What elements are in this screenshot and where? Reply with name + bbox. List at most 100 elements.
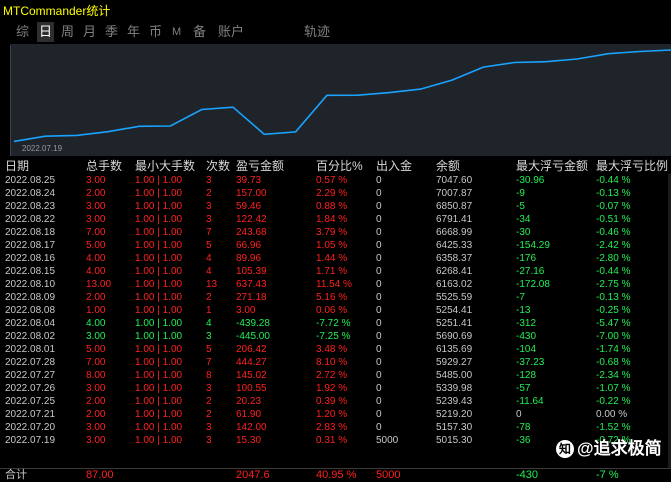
- row-minmax: 1.00 | 1.00: [135, 240, 183, 251]
- row-lots: 3.00: [86, 214, 106, 225]
- col-header-pnl[interactable]: 盈亏金额: [236, 158, 284, 174]
- col-header-pct[interactable]: 百分比%: [316, 158, 363, 174]
- table-row[interactable]: 2022.08.01 5.00 1.00 | 1.00 5 206.42 3.48 % 0 6…: [0, 343, 671, 356]
- row-balance: 5929.27: [436, 357, 473, 368]
- row-io: 0: [376, 175, 382, 186]
- row-pct: 1.71 %: [316, 266, 348, 277]
- row-floating-loss: -128: [516, 370, 537, 381]
- table-row[interactable]: 2022.07.27 8.00 1.00 | 1.00 8 145.02 2.72 % 0 5…: [0, 369, 671, 382]
- col-header-minmax[interactable]: 最小大手数: [135, 158, 195, 174]
- row-count: 5: [206, 240, 212, 251]
- row-lots: 4.00: [86, 318, 106, 329]
- row-date: 2022.08.16: [5, 253, 56, 264]
- row-balance: 6668.99: [436, 227, 473, 238]
- row-io: 0: [376, 318, 382, 329]
- row-minmax: 1.00 | 1.00: [135, 305, 183, 316]
- row-floating-loss: -13: [516, 305, 531, 316]
- row-floating-loss-pct: -7.00 %: [596, 331, 631, 342]
- row-floating-loss-pct: -0.13 %: [596, 292, 631, 303]
- tab-day[interactable]: 日: [37, 22, 55, 42]
- row-balance: 5251.41: [436, 318, 473, 329]
- table-row[interactable]: 2022.08.24 2.00 1.00 | 1.00 2 157.00 2.29 % 0 7…: [0, 187, 671, 200]
- tab-account[interactable]: 账户: [218, 22, 244, 42]
- row-floating-loss-pct: -0.07 %: [596, 201, 631, 212]
- row-lots: 7.00: [86, 227, 106, 238]
- tab-m[interactable]: M: [172, 22, 181, 42]
- row-date: 2022.08.25: [5, 175, 56, 186]
- tab-notes[interactable]: 备: [193, 22, 206, 42]
- tab-year[interactable]: 年: [127, 22, 140, 42]
- table-row[interactable]: 2022.08.18 7.00 1.00 | 1.00 7 243.68 3.79 % 0 6…: [0, 226, 671, 239]
- tab-quarter[interactable]: 季: [105, 22, 118, 42]
- row-lots: 5.00: [86, 240, 106, 251]
- row-count: 2: [206, 188, 212, 199]
- table-row[interactable]: 2022.08.02 3.00 1.00 | 1.00 3 -445.00 -7.25 %…: [0, 330, 671, 343]
- row-count: 4: [206, 266, 212, 277]
- tab-currency[interactable]: 币: [149, 22, 162, 42]
- row-balance: 5485.00: [436, 370, 473, 381]
- table-row[interactable]: 2022.07.28 7.00 1.00 | 1.00 7 444.27 8.10 % 0 5…: [0, 356, 671, 369]
- total-pct: 40.95 %: [316, 469, 357, 481]
- row-balance: 6850.87: [436, 201, 473, 212]
- row-date: 2022.08.02: [5, 331, 56, 342]
- col-header-lots[interactable]: 总手数: [86, 158, 122, 174]
- table-row[interactable]: 2022.08.15 4.00 1.00 | 1.00 4 105.39 1.71 % 0 6…: [0, 265, 671, 278]
- table-row[interactable]: 2022.08.23 3.00 1.00 | 1.00 3 59.46 0.88 % 0 68…: [0, 200, 671, 213]
- col-header-floating-loss-pct[interactable]: 最大浮亏比例: [596, 158, 668, 174]
- equity-chart: [9, 44, 671, 156]
- table-row[interactable]: 2022.07.21 2.00 1.00 | 1.00 2 61.90 1.20 % 0 52…: [0, 408, 671, 421]
- row-lots: 13.00: [86, 279, 112, 290]
- table-row[interactable]: 2022.08.22 3.00 1.00 | 1.00 3 122.42 1.84 % 0 6…: [0, 213, 671, 226]
- row-count: 1: [206, 305, 212, 316]
- row-floating-loss-pct: -2.34 %: [596, 370, 631, 381]
- col-header-balance[interactable]: 余额: [436, 158, 460, 174]
- row-minmax: 1.00 | 1.00: [135, 409, 183, 420]
- table-row[interactable]: 2022.08.09 2.00 1.00 | 1.00 2 271.18 5.16 % 0 5…: [0, 291, 671, 304]
- row-count: 3: [206, 331, 212, 342]
- tab-month[interactable]: 月: [83, 22, 96, 42]
- col-header-count[interactable]: 次数: [206, 158, 230, 174]
- row-balance: 7047.60: [436, 175, 473, 186]
- row-date: 2022.08.15: [5, 266, 56, 277]
- row-balance: 5015.30: [436, 435, 473, 446]
- row-count: 3: [206, 175, 212, 186]
- row-minmax: 1.00 | 1.00: [135, 383, 183, 394]
- table-row[interactable]: 2022.08.17 5.00 1.00 | 1.00 5 66.96 1.05 % 0 64…: [0, 239, 671, 252]
- table-row[interactable]: 2022.08.10 13.00 1.00 | 1.00 13 637.43 11.54 …: [0, 278, 671, 291]
- table-row[interactable]: 2022.07.26 3.00 1.00 | 1.00 3 100.55 1.92 % 0 5…: [0, 382, 671, 395]
- row-floating-loss-pct: -2.75 %: [596, 279, 631, 290]
- row-balance: 5254.41: [436, 305, 473, 316]
- col-header-io[interactable]: 出入金: [376, 158, 412, 174]
- row-minmax: 1.00 | 1.00: [135, 214, 183, 225]
- tab-overall[interactable]: 综: [16, 22, 29, 42]
- row-floating-loss-pct: -0.13 %: [596, 188, 631, 199]
- row-floating-loss-pct: 0.00 %: [596, 409, 628, 420]
- row-pct: 5.16 %: [316, 292, 348, 303]
- row-pnl: -445.00: [236, 331, 270, 342]
- table-row[interactable]: 2022.08.16 4.00 1.00 | 1.00 4 89.96 1.44 % 0 63…: [0, 252, 671, 265]
- row-lots: 2.00: [86, 188, 106, 199]
- chart-start-date: 2022.07.19: [22, 144, 63, 153]
- row-pnl: 89.96: [236, 253, 262, 264]
- row-io: 0: [376, 370, 382, 381]
- row-balance: 5239.43: [436, 396, 473, 407]
- row-floating-loss-pct: -0.51 %: [596, 214, 631, 225]
- row-io: 0: [376, 253, 382, 264]
- col-header-date[interactable]: 日期: [5, 158, 29, 174]
- window-title: MTCommander统计: [3, 4, 111, 18]
- table-row[interactable]: 2022.08.25 3.00 1.00 | 1.00 3 39.73 0.57 % 0 70…: [0, 174, 671, 187]
- col-header-floating-loss[interactable]: 最大浮亏金额: [516, 158, 588, 174]
- table-row[interactable]: 2022.07.25 2.00 1.00 | 1.00 2 20.23 0.39 % 0 52…: [0, 395, 671, 408]
- table-row[interactable]: 2022.07.20 3.00 1.00 | 1.00 3 142.00 2.83 % 0 5…: [0, 421, 671, 434]
- row-balance: 6358.37: [436, 253, 473, 264]
- table-row[interactable]: 2022.08.08 1.00 1.00 | 1.00 1 3.00 0.06 % 0 525…: [0, 304, 671, 317]
- row-floating-loss: -11.64: [516, 396, 544, 407]
- row-pct: -7.25 %: [316, 331, 351, 342]
- watermark: 知 @追求极简: [556, 438, 662, 460]
- row-floating-loss: -9: [516, 188, 525, 199]
- tab-week[interactable]: 周: [61, 22, 74, 42]
- table-row[interactable]: 2022.08.04 4.00 1.00 | 1.00 4 -439.28 -7.72 %…: [0, 317, 671, 330]
- total-floating-loss: -430: [516, 469, 539, 481]
- tab-track[interactable]: 轨迹: [304, 22, 330, 42]
- row-pnl: 20.23: [236, 396, 262, 407]
